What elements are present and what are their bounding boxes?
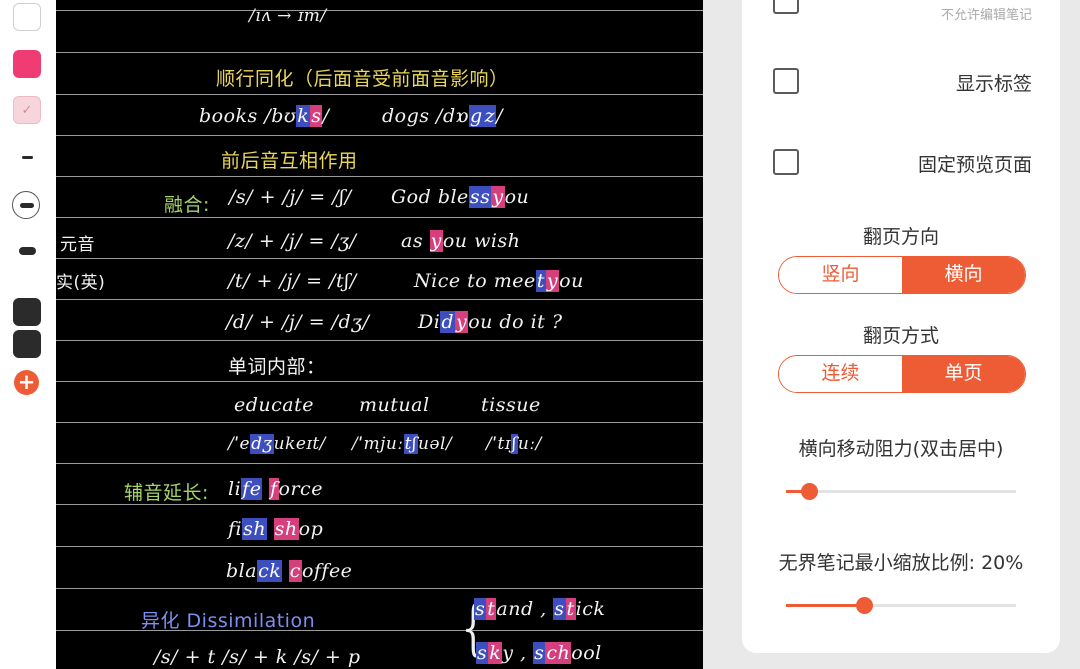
color-swatch-dark-2[interactable]: [13, 330, 41, 358]
mode-single-option[interactable]: 单页: [902, 356, 1025, 392]
slider-handle[interactable]: [801, 483, 818, 500]
note-fusion-example-3: Nice to meet you: [414, 270, 584, 292]
note-dissimilation-title: 异化 Dissimilation: [141, 610, 316, 632]
ruled-line: [56, 546, 703, 547]
note-ipa-mutual: /ˈmjuːtʃuəl/: [352, 434, 453, 454]
stroke-width-thin-icon[interactable]: [22, 156, 33, 159]
pen-toolbar: ✓ +: [0, 0, 56, 669]
note-line-top: /ıʌ → ɪm/: [249, 6, 327, 26]
ruled-line: [56, 94, 703, 95]
ruled-line: [56, 340, 703, 341]
note-fusion-example-4: Did you do it ?: [418, 311, 563, 333]
mode-continuous-option[interactable]: 连续: [779, 356, 902, 392]
note-example-fish-shop: fish shop: [228, 518, 324, 540]
page-turn-mode-title: 翻页方式: [862, 325, 939, 347]
color-swatch-pink[interactable]: [13, 50, 41, 78]
note-ipa-educate: /ˈedʒukeɪt/: [228, 434, 326, 454]
color-swatch-white[interactable]: [13, 3, 41, 31]
note-dissimilation-formulas: /s/ + t /s/ + k /s/ + p: [154, 646, 361, 668]
note-inner-word-title: 单词内部：: [228, 356, 326, 378]
note-fusion-formula-2: /z/ + /j/ = /ʒ/: [228, 230, 357, 252]
color-swatch-dark-1[interactable]: [13, 298, 41, 326]
show-tags-checkbox[interactable]: [773, 68, 799, 94]
direction-vertical-option[interactable]: 竖向: [779, 257, 902, 293]
note-example-black-coffee: black coffee: [226, 560, 353, 582]
horizontal-resistance-title: 横向移动阻力(双击居中): [798, 438, 1004, 460]
note-word-mutual: mutual: [359, 394, 430, 416]
note-lengthening-label: 辅音延长:: [124, 482, 209, 504]
note-assimilation-title: 顺行同化（后面音受前面音影响）: [216, 68, 509, 90]
note-fusion-formula-1: /s/ + /j/ = /ʃ/: [229, 186, 352, 208]
horizontal-resistance-slider[interactable]: [786, 483, 1016, 500]
ruled-line: [56, 422, 703, 423]
note-example-sky-school: s ky , s chool: [476, 642, 602, 664]
note-example-books: books /bʊk s/: [199, 105, 330, 127]
page-turn-mode-toggle: 连续 单页: [778, 355, 1026, 393]
note-fusion-example-1: God bless you: [391, 186, 530, 208]
read-only-description: 不允许编辑笔记: [940, 8, 1032, 23]
stroke-width-medium-icon: [20, 203, 34, 208]
ruled-line: [56, 258, 703, 259]
note-example-life-force: life force: [228, 478, 323, 500]
ruled-line: [56, 217, 703, 218]
note-mutual-title: 前后音互相作用: [221, 150, 358, 172]
slider-fill: [786, 604, 864, 607]
check-icon: ✓: [21, 102, 33, 118]
stroke-width-thick-icon[interactable]: [19, 247, 36, 255]
ruled-line: [56, 176, 703, 177]
ruled-line: [56, 588, 703, 589]
ruled-line: [56, 135, 703, 136]
note-word-educate: educate: [234, 394, 314, 416]
page-turn-direction-toggle: 竖向 横向: [778, 256, 1026, 294]
ruled-line: [56, 10, 703, 11]
note-example-stand-stick: s tand , s tick: [474, 598, 606, 620]
read-only-checkbox[interactable]: [773, 0, 799, 14]
fix-preview-checkbox[interactable]: [773, 149, 799, 175]
note-word-tissue: tissue: [481, 394, 541, 416]
settings-panel: 不允许编辑笔记 显示标签 固定预览页面 翻页方向 竖向 横向 翻页方式 连续 单…: [742, 0, 1060, 653]
fix-preview-label: 固定预览页面: [917, 154, 1032, 176]
note-ipa-tissue: /ˈtɪʃuː/: [486, 434, 542, 454]
ruled-line: [56, 299, 703, 300]
note-fusion-formula-4: /d/ + /j/ = /dʒ/: [226, 311, 370, 333]
direction-horizontal-option[interactable]: 横向: [902, 257, 1025, 293]
note-example-dogs: dogs /dɒg z/: [382, 105, 504, 127]
note-side-text-2: 实(英): [56, 273, 106, 293]
ruled-line: [56, 52, 703, 53]
plus-icon: +: [17, 370, 36, 394]
slider-handle[interactable]: [856, 597, 873, 614]
min-zoom-slider[interactable]: [786, 597, 1016, 614]
note-side-text-1: 元音: [60, 235, 95, 255]
add-color-button[interactable]: +: [14, 370, 39, 395]
note-fusion-example-2: as you wish: [401, 230, 521, 252]
ruled-line: [56, 381, 703, 382]
ruled-line: [56, 463, 703, 464]
min-zoom-title: 无界笔记最小缩放比例: 20%: [778, 552, 1024, 574]
show-tags-label: 显示标签: [955, 73, 1032, 95]
note-fusion-formula-3: /t/ + /j/ = /tʃ/: [228, 270, 357, 292]
note-canvas[interactable]: /ıʌ → ɪm/ 顺行同化（后面音受前面音影响） books /bʊk s/ d…: [56, 0, 703, 669]
page-turn-direction-title: 翻页方向: [862, 226, 939, 248]
color-swatch-light-pink-selected[interactable]: ✓: [13, 96, 41, 124]
note-fusion-label: 融合:: [164, 194, 210, 216]
